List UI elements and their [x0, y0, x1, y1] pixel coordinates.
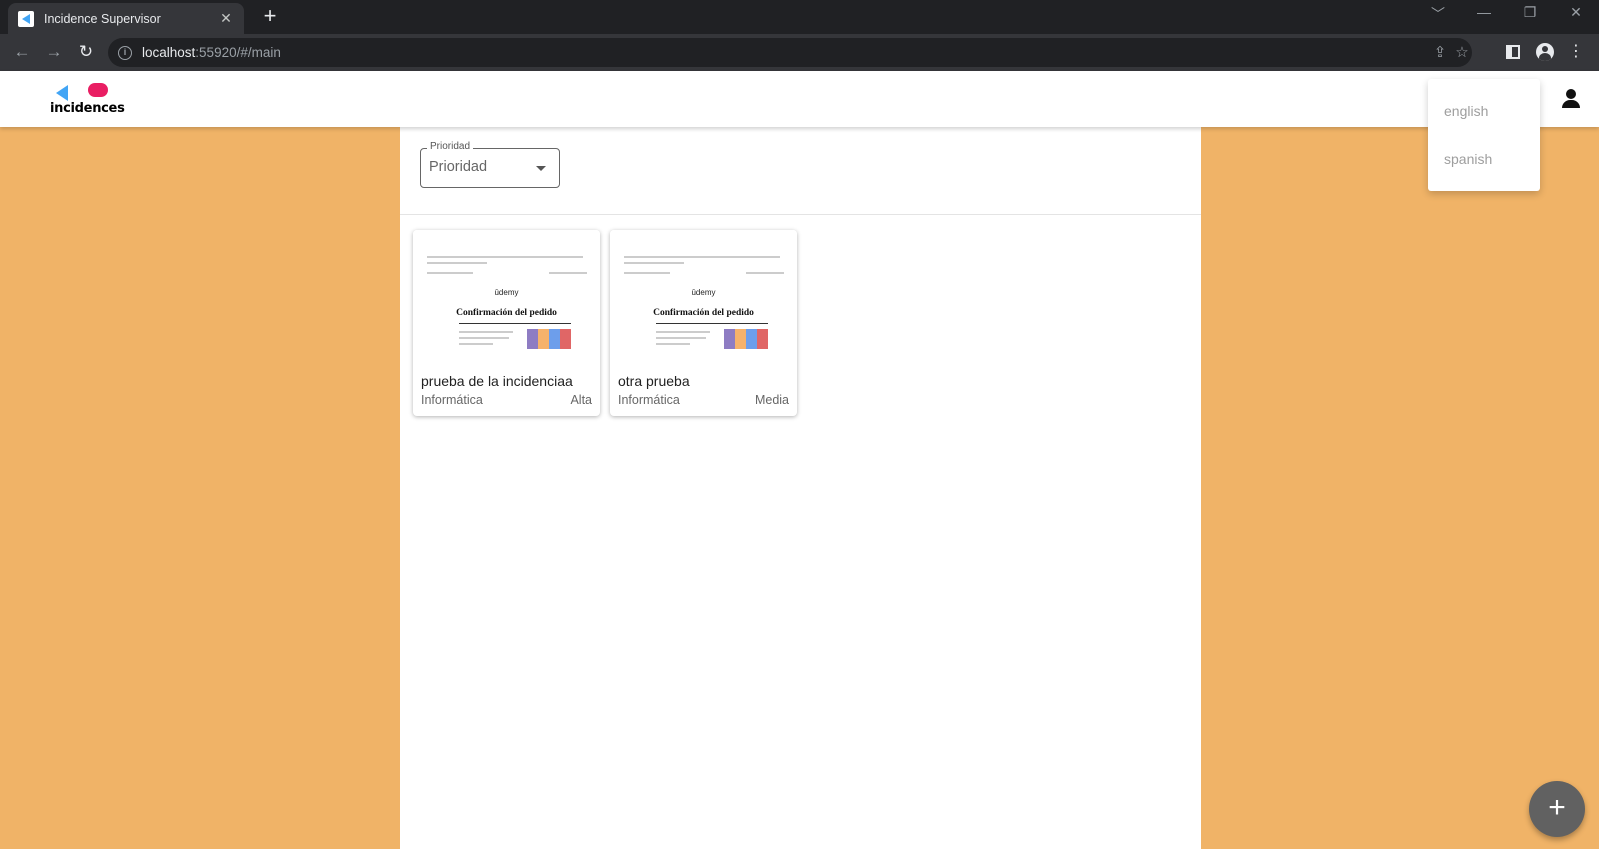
thumb-brand: ūdemy — [691, 288, 716, 297]
flutter-logo-icon — [56, 85, 68, 101]
forward-icon[interactable]: → — [42, 40, 66, 64]
incidence-thumbnail: ūdemy Confirmación del pedido — [413, 230, 600, 370]
new-tab-button[interactable]: + — [258, 5, 282, 29]
url-path: :55920/#/main — [195, 45, 281, 60]
browser-tab[interactable]: Incidence Supervisor ✕ — [8, 3, 244, 34]
thumb-brand: ūdemy — [494, 288, 519, 297]
site-info-icon[interactable]: i — [118, 45, 132, 60]
incidence-thumbnail: ūdemy Confirmación del pedido — [610, 230, 797, 370]
card-priority: Media — [754, 393, 789, 407]
menu-item-english[interactable]: english — [1428, 87, 1540, 135]
url-host: localhost — [142, 45, 196, 60]
incidence-card[interactable]: ūdemy Confirmación del pedido otra prueb… — [610, 230, 797, 416]
card-title: otra prueba — [618, 373, 690, 389]
priority-dropdown[interactable]: Prioridad Prioridad — [420, 141, 560, 188]
app-logo: incidences — [50, 83, 125, 117]
card-category: Informática — [618, 393, 680, 407]
share-icon[interactable]: ⇪ — [1430, 43, 1450, 61]
address-bar[interactable]: i localhost:55920/#/main ⇪ ☆ — [108, 38, 1472, 67]
back-icon[interactable]: ← — [10, 40, 34, 64]
thumb-heading: Confirmación del pedido — [653, 308, 754, 318]
browser-toolbar: ← → ↻ i localhost:55920/#/main ⇪ ☆ ⋮ — [0, 34, 1599, 71]
tab-close-icon[interactable]: ✕ — [218, 10, 234, 27]
browser-tabstrip: Incidence Supervisor ✕ + ﹀ — ❐ ✕ — [0, 0, 1599, 34]
app-bar: incidences — [0, 71, 1599, 127]
filter-bar: Prioridad Prioridad — [400, 127, 1201, 215]
menu-item-spanish[interactable]: spanish — [1428, 135, 1540, 183]
restore-icon[interactable]: ❐ — [1518, 4, 1542, 21]
thumb-course-image — [724, 329, 768, 349]
side-panel-icon[interactable] — [1502, 41, 1524, 63]
browser-menu-icon[interactable]: ⋮ — [1565, 41, 1587, 63]
user-account-icon[interactable] — [1560, 88, 1582, 110]
logo-text: incidences — [50, 101, 125, 116]
close-window-icon[interactable]: ✕ — [1564, 4, 1588, 21]
thumb-heading: Confirmación del pedido — [456, 308, 557, 318]
card-category: Informática — [421, 393, 483, 407]
add-incidence-button[interactable]: + — [1529, 781, 1585, 837]
bookmark-star-icon[interactable]: ☆ — [1452, 43, 1472, 61]
profile-icon[interactable] — [1534, 41, 1556, 63]
tab-search-icon[interactable]: ﹀ — [1426, 4, 1450, 24]
caret-down-icon — [536, 166, 546, 171]
priority-dropdown-value: Prioridad — [429, 159, 488, 175]
minimize-icon[interactable]: — — [1472, 4, 1496, 20]
card-title: prueba de la incidenciaa — [421, 373, 573, 389]
language-menu: english spanish — [1428, 79, 1540, 191]
incidence-card[interactable]: ūdemy Confirmación del pedido prueba de … — [413, 230, 600, 416]
reload-icon[interactable]: ↻ — [74, 40, 98, 64]
thumb-course-image — [527, 329, 571, 349]
flutter-favicon-icon — [18, 10, 34, 27]
tab-title: Incidence Supervisor — [44, 11, 161, 26]
card-priority: Alta — [570, 393, 592, 407]
main-panel: Prioridad Prioridad ūdemy Confirmación d… — [400, 127, 1201, 849]
logo-badge-icon — [88, 83, 108, 97]
priority-dropdown-label: Prioridad — [427, 141, 474, 152]
